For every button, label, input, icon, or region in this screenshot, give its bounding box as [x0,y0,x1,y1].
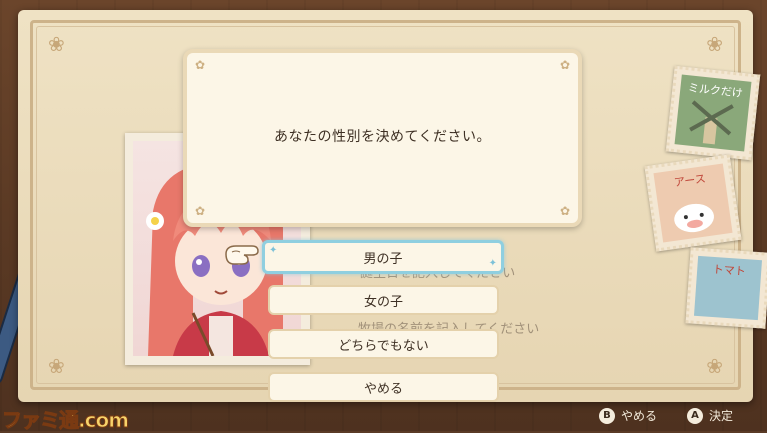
sparkle-icon: ✦ [488,258,497,269]
option-neither-button[interactable]: どちらでもない [268,329,499,359]
site-watermark: ファミ通.com [1,408,129,433]
dialog-corner-ornament-icon: ✿ [195,58,206,72]
stamp-earth: アース [644,154,742,252]
stamp-label: トマト [712,262,747,279]
sparkle-icon: ✦ [269,245,278,256]
confirm-hint-label: 決定 [708,409,733,423]
dialog-corner-ornament-icon: ✿ [559,58,570,72]
windmill-icon [689,100,734,145]
cow-icon [674,203,714,233]
option-girl-button[interactable]: 女の子 [268,285,499,315]
message-dialog: ✿ ✿ ✿ ✿ あなたの性別を決めてください。 [183,49,582,227]
option-label: やめる [363,381,403,397]
confirm-hint[interactable]: A 決定 [686,407,733,424]
dialog-message: あなたの性別を決めてください。 [273,129,492,145]
cancel-hint[interactable]: B やめる [598,407,657,424]
option-label: 男の子 [363,251,403,267]
cancel-hint-label: やめる [620,409,657,423]
pointing-hand-cursor-icon [225,245,259,265]
flower-ornament-icon: ❀ [48,354,65,378]
option-cancel-button[interactable]: やめる [268,372,499,402]
dialog-corner-ornament-icon: ✿ [559,204,570,218]
option-boy-button[interactable]: ✦ ✦ 男の子 [262,240,504,274]
controller-hints: B やめる A 決定 [598,407,733,424]
option-label: どちらでもない [338,338,429,354]
stamp-tomato: トマト [685,247,767,329]
b-button-icon: B [598,407,615,424]
option-label: 女の子 [363,294,403,310]
a-button-icon: A [686,407,703,424]
stamp-milk: ミルクだけ [665,65,761,161]
dialog-corner-ornament-icon: ✿ [195,204,206,218]
flower-ornament-icon: ❀ [706,354,723,378]
flower-ornament-icon: ❀ [706,32,723,56]
flower-ornament-icon: ❀ [48,32,65,56]
